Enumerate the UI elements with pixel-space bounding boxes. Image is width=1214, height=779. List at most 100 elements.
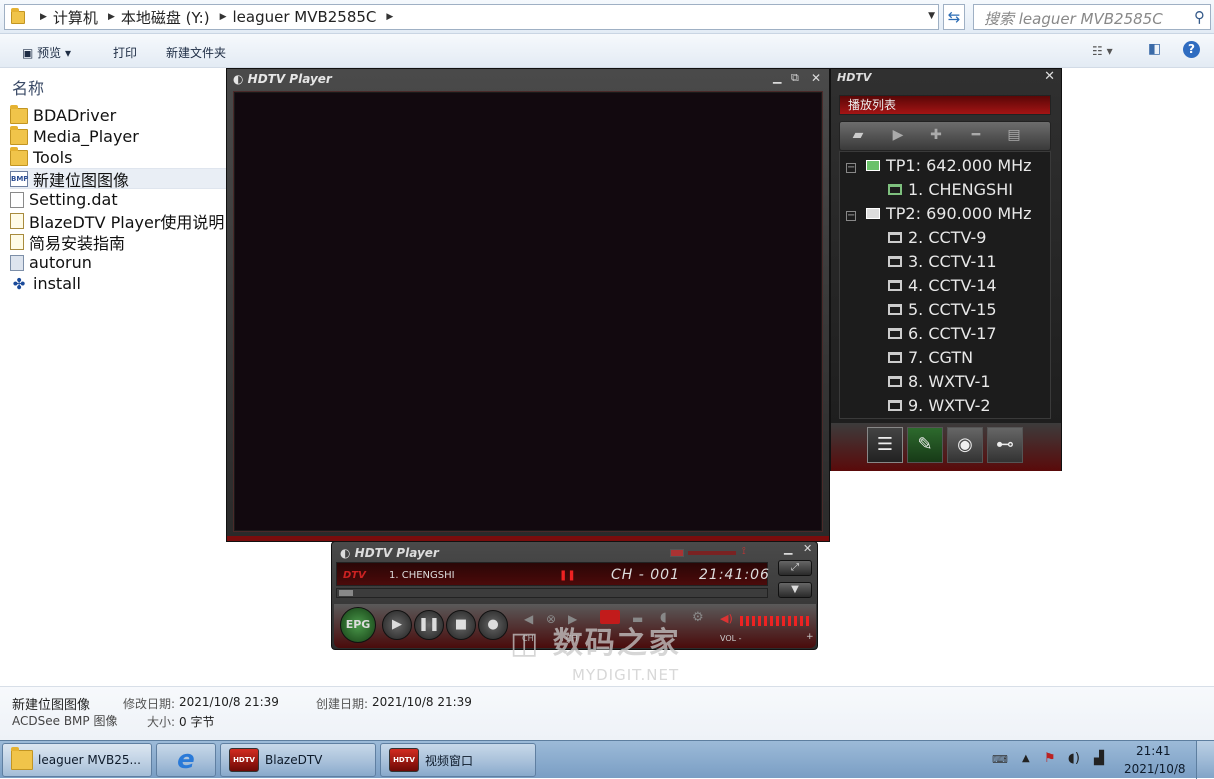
antenna-icon: ⟟ — [742, 546, 746, 557]
save-icon[interactable]: ▤ — [1002, 127, 1026, 145]
chevron-right-icon[interactable]: ▶ — [40, 12, 47, 22]
open-folder-icon[interactable]: ▰ — [846, 127, 870, 145]
channel-label: 2. CCTV-9 — [908, 228, 987, 247]
close-icon[interactable]: ✕ — [1044, 69, 1055, 84]
tree-item-channel[interactable]: 2. CCTV-9 — [888, 228, 986, 247]
pause-button[interactable]: ❚❚ — [414, 610, 444, 640]
search-placeholder: 搜索 leaguer MVB2585C — [984, 10, 1163, 28]
tree-item-channel[interactable]: 5. CCTV-15 — [888, 300, 997, 319]
record-button[interactable]: ● — [478, 610, 508, 640]
print-button[interactable]: 打印 — [113, 44, 137, 61]
watermark-text: 数码之家 — [552, 626, 681, 661]
list-item[interactable]: Media_Player — [10, 125, 228, 147]
channel-tree: − TP1: 642.000 MHz 1. CHENGSHI − TP2: 69… — [839, 151, 1051, 419]
list-item[interactable]: BDADriver — [10, 104, 228, 126]
tab-playlist[interactable]: ☰ — [867, 427, 903, 463]
channel-label: 3. CCTV-11 — [908, 252, 997, 271]
speaker-icon[interactable]: ◖) — [1068, 751, 1080, 766]
list-item[interactable]: Setting.dat — [10, 189, 228, 210]
task-internet-explorer[interactable]: e — [156, 743, 216, 777]
signal-icon[interactable]: ▟ — [1094, 751, 1104, 766]
collapse-icon[interactable]: − — [846, 211, 856, 221]
chevron-right-icon[interactable]: ▶ — [220, 12, 227, 22]
search-icon[interactable]: ⚲ — [1194, 8, 1205, 26]
volume-icon[interactable]: ◀) — [720, 612, 733, 625]
breadcrumb-computer[interactable]: 计算机 — [53, 7, 98, 28]
clock-time[interactable]: 21:41 — [1136, 744, 1171, 758]
list-item[interactable]: autorun — [10, 252, 228, 273]
remove-channel-icon[interactable]: ━ — [964, 127, 988, 145]
details-pane: 新建位图图像 ACDSee BMP 图像 修改日期: 2021/10/8 21:… — [0, 686, 1214, 740]
address-dropdown-icon[interactable]: ▼ — [928, 11, 935, 21]
expand-button[interactable]: ▼ — [778, 582, 812, 598]
minimize-icon[interactable]: ▁ — [784, 542, 792, 555]
chevron-right-icon[interactable]: ▶ — [108, 12, 115, 22]
tab-record[interactable]: ⊷ — [987, 427, 1023, 463]
player-window[interactable]: ◐ HDTV Player ▁ ⧉ ✕ — [226, 68, 830, 542]
restore-icon[interactable]: ⧉ — [791, 71, 799, 85]
modified-value: 2021/10/8 21:39 — [179, 695, 279, 709]
add-channel-icon[interactable]: ✚ — [924, 127, 948, 145]
chevron-right-icon[interactable]: ▶ — [386, 12, 393, 22]
stop-button[interactable]: ■ — [446, 610, 476, 640]
address-box[interactable]: ▶ 计算机 ▶ 本地磁盘 (Y:) ▶ leaguer MVB2585C ▶ ▼ — [4, 4, 939, 30]
close-icon[interactable]: ✕ — [803, 542, 812, 555]
show-desktop-button[interactable] — [1196, 741, 1214, 779]
preview-button[interactable]: ▣ 预览 ▾ — [22, 44, 71, 61]
tree-node-tp1[interactable]: TP1: 642.000 MHz — [866, 156, 1032, 175]
folder-icon — [11, 7, 25, 24]
video-area[interactable] — [233, 91, 823, 532]
minimize-icon[interactable]: ▁ — [773, 71, 781, 84]
refresh-button[interactable]: ⇆ — [943, 4, 965, 30]
view-options-icon[interactable]: ☷ ▾ — [1092, 44, 1113, 58]
tray-expand-icon[interactable]: ▲ — [1022, 753, 1030, 764]
epg-button[interactable]: EPG — [340, 607, 376, 643]
playlist-window[interactable]: HDTV ✕ 播放列表 ▰ ▶ ✚ ━ ▤ − TP1: 642.000 MHz… — [830, 68, 1062, 471]
column-header-name[interactable]: 名称 — [12, 75, 44, 99]
task-blazedtv[interactable]: HDTV BlazeDTV — [220, 743, 376, 777]
channel-label: 9. WXTV-2 — [908, 396, 991, 415]
tab-snapshot[interactable]: ◉ — [947, 427, 983, 463]
play-button[interactable]: ▶ — [382, 610, 412, 640]
file-name: BDADriver — [33, 106, 117, 125]
tree-item-channel[interactable]: 9. WXTV-2 — [888, 396, 991, 415]
search-input[interactable]: 搜索 leaguer MVB2585C ⚲ — [973, 4, 1211, 30]
fullscreen-button[interactable]: ⤢ — [778, 560, 812, 576]
task-explorer[interactable]: leaguer MVB25... — [2, 743, 152, 777]
help-icon[interactable]: ? — [1183, 41, 1200, 58]
list-item[interactable]: BlazeDTV Player使用说明 — [10, 210, 228, 232]
playlist-toolbar: ▰ ▶ ✚ ━ ▤ — [839, 121, 1051, 151]
list-item[interactable]: 简易安装指南 — [10, 231, 228, 253]
tree-node-tp2[interactable]: TP2: 690.000 MHz — [866, 204, 1032, 223]
tree-item-channel[interactable]: 8. WXTV-1 — [888, 372, 991, 391]
breadcrumb-folder[interactable]: leaguer MVB2585C — [232, 8, 376, 26]
play-icon[interactable]: ▶ — [886, 127, 910, 145]
breadcrumb-drive[interactable]: 本地磁盘 (Y:) — [121, 7, 210, 28]
tree-item-channel[interactable]: 3. CCTV-11 — [888, 252, 997, 271]
created-value: 2021/10/8 21:39 — [372, 695, 472, 709]
clock-date[interactable]: 2021/10/8 — [1124, 762, 1186, 776]
channel-label: 1. CHENGSHI — [908, 180, 1013, 199]
tree-item-channel[interactable]: 1. CHENGSHI — [888, 180, 1013, 199]
list-item[interactable]: Tools — [10, 146, 228, 168]
tree-item-channel[interactable]: 7. CGTN — [888, 348, 973, 367]
settings-icon[interactable]: ⚙ — [692, 610, 704, 625]
tree-item-channel[interactable]: 6. CCTV-17 — [888, 324, 997, 343]
task-video-window[interactable]: HDTV 视频窗口 — [380, 743, 536, 777]
created-label: 创建日期: — [316, 697, 369, 711]
preview-pane-icon[interactable]: ◧ — [1148, 41, 1161, 57]
pause-indicator-icon: ❚❚ — [559, 570, 576, 581]
network-alert-icon[interactable]: ⚑ — [1044, 751, 1056, 766]
keyboard-icon[interactable]: ⌨ — [992, 753, 1008, 766]
seek-bar[interactable] — [336, 588, 768, 598]
seek-thumb[interactable] — [339, 590, 353, 596]
collapse-icon[interactable]: − — [846, 163, 856, 173]
close-icon[interactable]: ✕ — [811, 71, 821, 85]
tab-edit[interactable]: ✎ — [907, 427, 943, 463]
list-item[interactable]: ✤ install — [10, 273, 228, 294]
tree-item-channel[interactable]: 4. CCTV-14 — [888, 276, 997, 295]
new-folder-button[interactable]: 新建文件夹 — [166, 44, 226, 61]
list-item-selected[interactable]: BMP 新建位图图像 — [10, 168, 228, 190]
command-toolbar: ▣ 预览 ▾ 打印 新建文件夹 ☷ ▾ ◧ ? — [0, 34, 1214, 68]
volume-slider[interactable] — [740, 616, 812, 626]
